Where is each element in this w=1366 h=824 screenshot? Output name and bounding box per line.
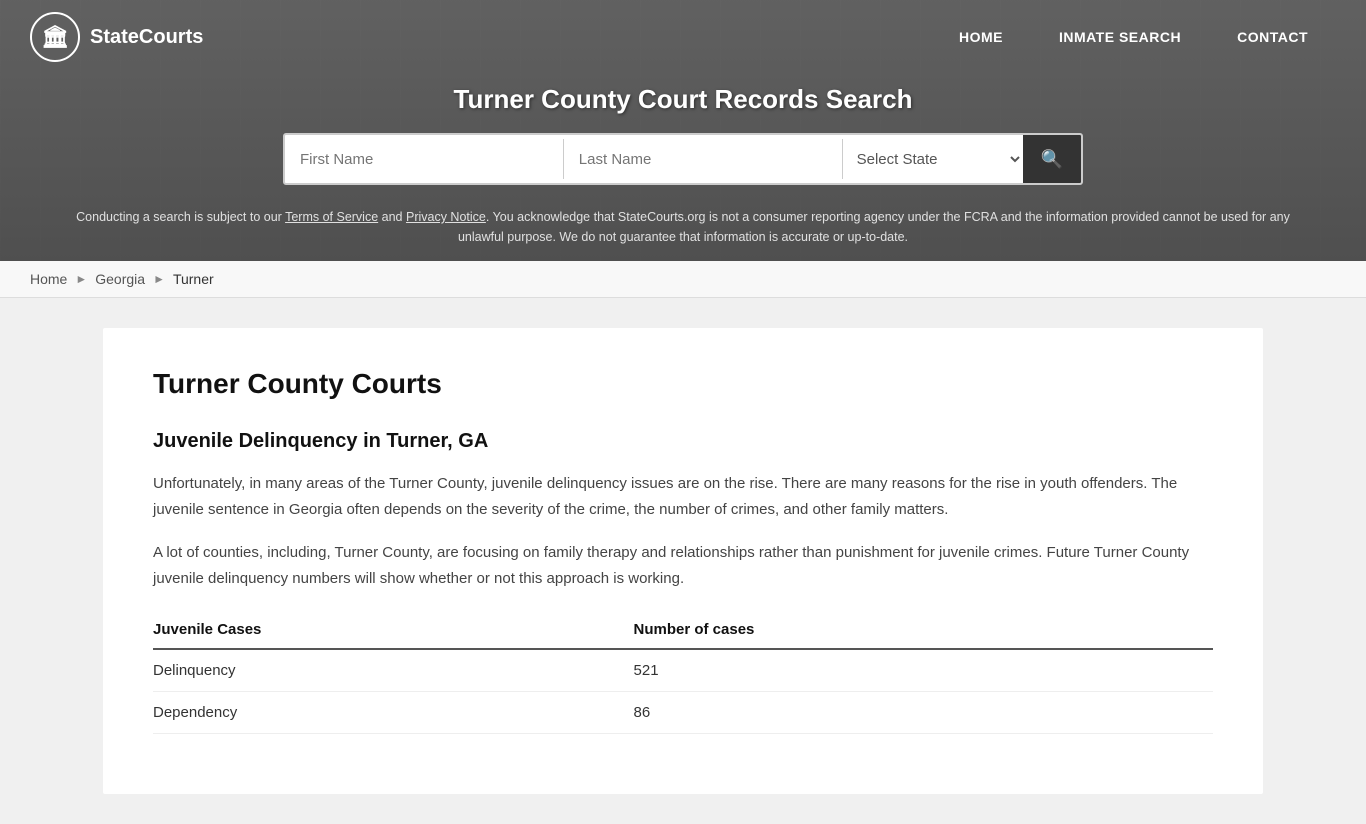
nav-inmate-search[interactable]: INMATE SEARCH xyxy=(1031,19,1209,55)
site-header: 🏛 StateCourts HOME INMATE SEARCH CONTACT… xyxy=(0,0,1366,261)
privacy-link[interactable]: Privacy Notice xyxy=(406,210,486,224)
disclaimer: Conducting a search is subject to our Te… xyxy=(0,199,1366,261)
page-title-area: Turner County Court Records Search xyxy=(0,74,1366,133)
state-select[interactable]: Select State AlabamaAlaskaArizonaArkansa… xyxy=(843,138,1023,181)
breadcrumb-georgia[interactable]: Georgia xyxy=(95,271,145,287)
nav-links: HOME INMATE SEARCH CONTACT xyxy=(931,19,1336,55)
table-row: Dependency86 xyxy=(153,692,1213,734)
site-logo[interactable]: 🏛 StateCourts xyxy=(30,12,203,62)
disclaimer-text-middle: and xyxy=(378,210,406,224)
col-header-count: Number of cases xyxy=(604,611,1213,649)
case-type-cell: Delinquency xyxy=(153,649,604,692)
col-header-case-type: Juvenile Cases xyxy=(153,611,604,649)
nav-home[interactable]: HOME xyxy=(931,19,1031,55)
search-icon: 🔍 xyxy=(1041,149,1063,170)
breadcrumb: Home ► Georgia ► Turner xyxy=(0,261,1366,298)
case-count-cell: 86 xyxy=(604,692,1213,734)
tos-link[interactable]: Terms of Service xyxy=(285,210,378,224)
table-row: Delinquency521 xyxy=(153,649,1213,692)
breadcrumb-sep-2: ► xyxy=(153,272,165,286)
disclaimer-text-after: . You acknowledge that StateCourts.org i… xyxy=(458,210,1290,244)
logo-icon: 🏛 xyxy=(30,12,80,62)
search-form: Select State AlabamaAlaskaArizonaArkansa… xyxy=(283,133,1083,185)
paragraph-1: Unfortunately, in many areas of the Turn… xyxy=(153,471,1213,522)
logo-text: StateCourts xyxy=(90,26,203,49)
nav-contact[interactable]: CONTACT xyxy=(1209,19,1336,55)
paragraph-2: A lot of counties, including, Turner Cou… xyxy=(153,540,1213,591)
page-title: Turner County Court Records Search xyxy=(20,84,1346,115)
juvenile-cases-table: Juvenile Cases Number of cases Delinquen… xyxy=(153,611,1213,734)
breadcrumb-current: Turner xyxy=(173,271,214,287)
main-content: Turner County Courts Juvenile Delinquenc… xyxy=(103,328,1263,794)
breadcrumb-sep-1: ► xyxy=(75,272,87,286)
nav-bar: 🏛 StateCourts HOME INMATE SEARCH CONTACT xyxy=(0,0,1366,74)
search-bar: Select State AlabamaAlaskaArizonaArkansa… xyxy=(0,133,1366,199)
breadcrumb-home[interactable]: Home xyxy=(30,271,67,287)
first-name-input[interactable] xyxy=(285,139,563,180)
content-title: Turner County Courts xyxy=(153,368,1213,400)
last-name-input[interactable] xyxy=(564,139,842,180)
table-header-row: Juvenile Cases Number of cases xyxy=(153,611,1213,649)
search-button[interactable]: 🔍 xyxy=(1023,135,1081,183)
subsection-title: Juvenile Delinquency in Turner, GA xyxy=(153,430,1213,453)
disclaimer-text-before: Conducting a search is subject to our xyxy=(76,210,285,224)
case-type-cell: Dependency xyxy=(153,692,604,734)
case-count-cell: 521 xyxy=(604,649,1213,692)
